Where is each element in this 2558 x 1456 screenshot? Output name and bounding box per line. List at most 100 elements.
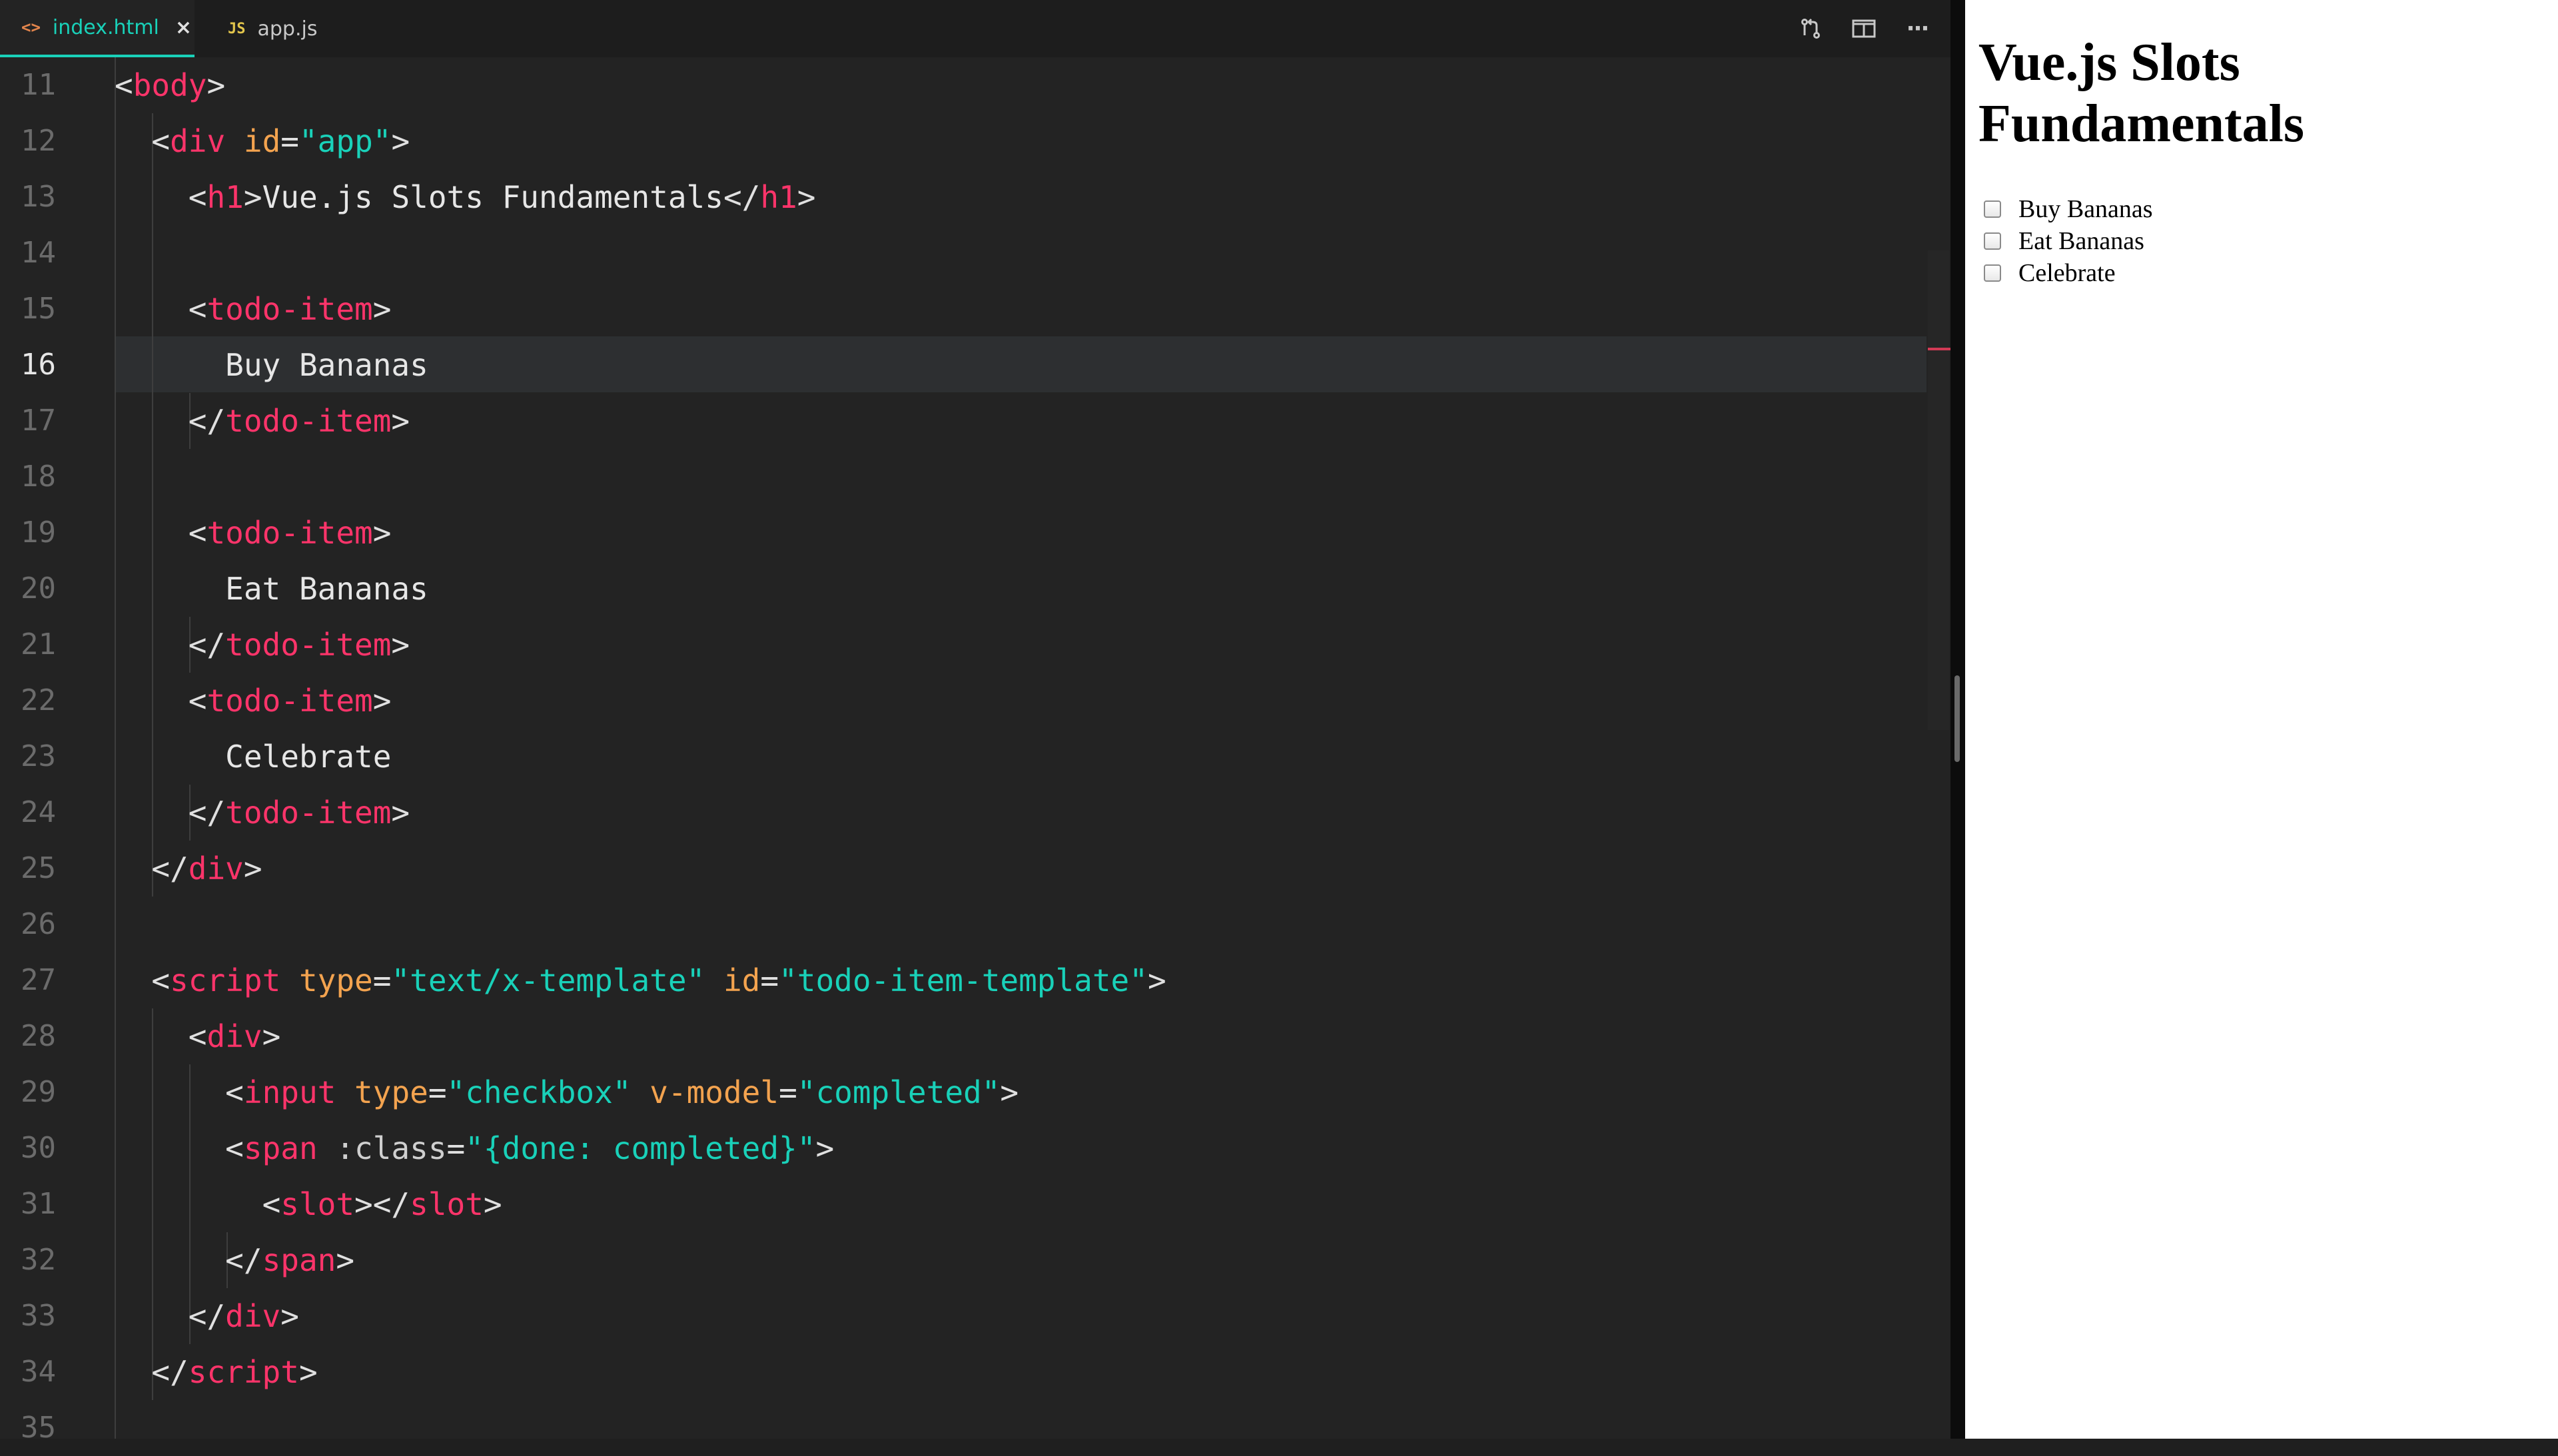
todo-checkbox[interactable]: [1984, 200, 2001, 218]
code-token: div: [225, 1298, 281, 1334]
todo-checkbox[interactable]: [1984, 264, 2001, 282]
tab-app-js[interactable]: JS app.js: [207, 0, 340, 57]
code-token: <: [262, 1186, 281, 1222]
line-number: 20: [21, 571, 56, 605]
tab-index-html[interactable]: <> index.html ×: [0, 0, 195, 57]
code-token: span: [262, 1242, 336, 1278]
code-token: Eat Bananas: [225, 571, 428, 607]
code-token: >: [372, 515, 392, 551]
code-token: >: [1147, 962, 1166, 998]
code-token: >: [391, 795, 410, 831]
code-token: script: [170, 962, 281, 998]
todo-label: Eat Bananas: [2018, 227, 2144, 255]
code-token: </: [225, 1242, 262, 1278]
more-actions-icon[interactable]: ···: [1904, 15, 1930, 42]
code-line: </todo-item>: [115, 617, 410, 673]
line-number: 15: [21, 292, 56, 326]
code-token: >: [262, 1018, 281, 1054]
code-token: div: [188, 851, 244, 887]
code-token: type: [336, 1074, 428, 1110]
line-number: 17: [21, 404, 56, 438]
code-token: <: [188, 291, 207, 327]
todo-item: Buy Bananas: [1984, 193, 2153, 225]
code-line: <todo-item>: [115, 281, 392, 337]
code-token: todo-item: [207, 291, 373, 327]
code-token: >: [391, 123, 410, 159]
line-number: 11: [21, 68, 56, 102]
line-number: 30: [21, 1131, 56, 1165]
splitter-handle[interactable]: [1954, 675, 1960, 762]
code-token: =: [372, 962, 392, 998]
code-token: id: [225, 123, 281, 159]
line-number: 24: [21, 795, 56, 829]
code-line: </script>: [115, 1344, 318, 1400]
code-token: "text/x-template": [391, 962, 705, 998]
code-token: >: [391, 627, 410, 663]
code-token: >: [797, 179, 816, 215]
todo-label: Buy Bananas: [2018, 195, 2153, 223]
line-number: 19: [21, 516, 56, 549]
code-token: >: [1000, 1074, 1019, 1110]
close-icon[interactable]: ×: [175, 16, 192, 39]
code-token: >: [391, 403, 410, 439]
code-token: >: [243, 179, 262, 215]
code-content[interactable]: <body> <div id="app"> <h1>Vue.js Slots F…: [115, 57, 1926, 1439]
code-token: >: [243, 851, 262, 887]
code-token: "{done: completed}": [465, 1130, 816, 1166]
code-token: >: [280, 1298, 299, 1334]
code-token: todo-item: [225, 403, 392, 439]
todo-label: Celebrate: [2018, 259, 2116, 287]
source-control-icon[interactable]: [1797, 15, 1824, 42]
code-token: slot: [280, 1186, 355, 1222]
code-token: >: [298, 1354, 318, 1390]
code-token: Celebrate: [225, 739, 392, 775]
line-number-gutter: 11 12 13 14 15 16 17 18 19 20 21 22 23 24 25 26 27 28 29 30…: [0, 57, 93, 1445]
todo-checkbox[interactable]: [1984, 232, 2001, 250]
line-number: 27: [21, 963, 56, 997]
code-token: slot: [410, 1186, 484, 1222]
code-token: script: [188, 1354, 299, 1390]
line-number: 21: [21, 627, 56, 661]
line-number: 26: [21, 907, 56, 941]
code-token: =: [428, 1074, 447, 1110]
code-token: <: [225, 1074, 244, 1110]
code-token: Vue.js Slots Fundamentals: [262, 179, 723, 215]
line-number: 12: [21, 124, 56, 158]
code-token: </: [188, 627, 226, 663]
code-line: <input type="checkbox" v-model="complete…: [115, 1064, 1019, 1120]
line-number: 25: [21, 851, 56, 885]
code-line: </todo-item>: [115, 785, 410, 841]
code-token: v-model: [631, 1074, 779, 1110]
code-token: "todo-item-template": [779, 962, 1148, 998]
code-token: </: [723, 179, 761, 215]
todo-item: Eat Bananas: [1984, 225, 2144, 257]
line-number: 34: [21, 1355, 56, 1389]
code-token: <: [151, 962, 171, 998]
code-editor[interactable]: <> index.html × JS app.js ··· 11 12 13 1…: [0, 0, 1950, 1445]
code-line: <slot></slot>: [115, 1176, 502, 1232]
code-token: >: [372, 683, 392, 719]
line-number: 14: [21, 236, 56, 270]
code-token: h1: [760, 179, 797, 215]
code-line: <span :class="{done: completed}">: [115, 1120, 834, 1176]
code-token: :class: [317, 1130, 447, 1166]
code-token: </: [151, 1354, 189, 1390]
code-token: </: [188, 795, 226, 831]
code-line: <todo-item>: [115, 505, 392, 561]
code-token: =: [760, 962, 779, 998]
todo-item: Celebrate: [1984, 257, 2116, 289]
code-token: >: [815, 1130, 835, 1166]
split-editor-icon[interactable]: [1851, 15, 1877, 42]
overview-ruler[interactable]: [1928, 250, 1949, 730]
code-token: "checkbox": [446, 1074, 632, 1110]
